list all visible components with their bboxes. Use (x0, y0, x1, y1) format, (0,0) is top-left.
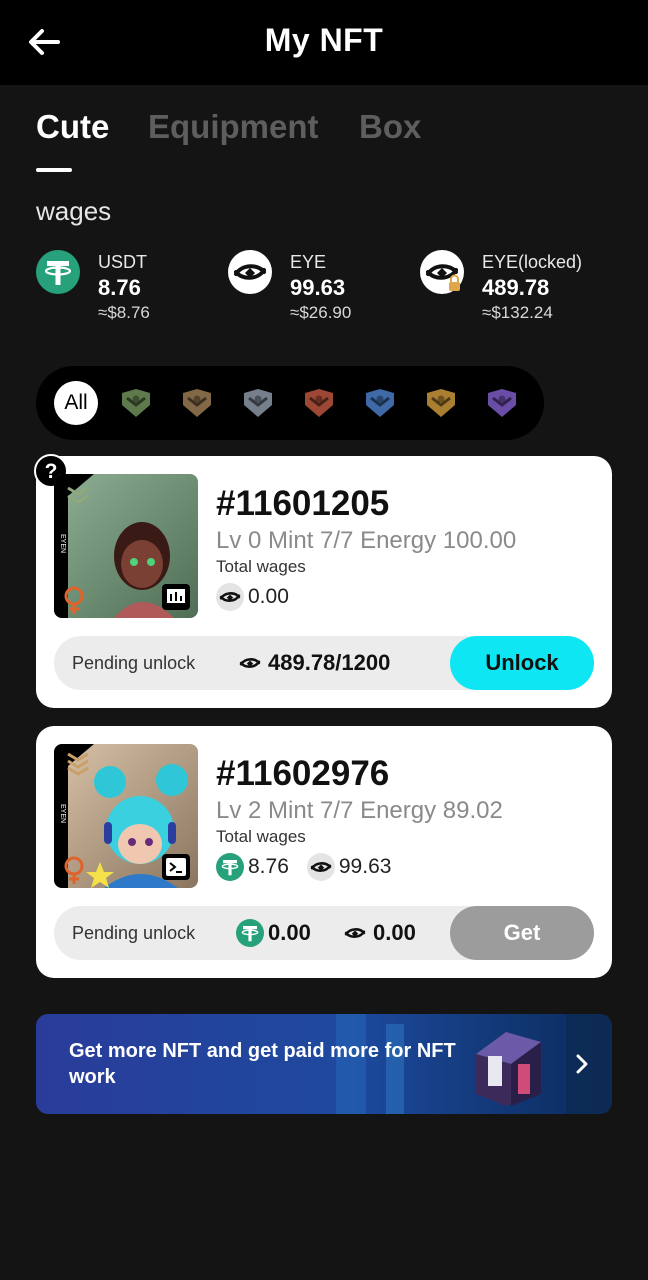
rank-5-icon[interactable] (362, 385, 398, 421)
wage-usd-value: ≈$26.90 (290, 303, 352, 322)
wage-name: EYE (290, 252, 327, 272)
eye-token-icon (236, 649, 264, 677)
tab-cute[interactable]: Cute (36, 108, 109, 146)
pending-unlock-bar: Pending unlock 489.78/1200 Unlock (54, 636, 594, 690)
rank-1-icon[interactable] (118, 385, 154, 421)
tether-icon (236, 919, 264, 947)
tether-icon (36, 250, 80, 294)
svg-text:EYEN: EYEN (59, 804, 66, 823)
total-wages-label: Total wages (216, 827, 306, 846)
wages-title: wages (36, 196, 112, 226)
wage-amount: 99.63 (290, 275, 346, 300)
rank-filter-bar: All (36, 366, 544, 440)
nft-stats: Lv 2 Mint 7/7 Energy 89.02 (216, 797, 503, 824)
wage-name: USDT (98, 252, 147, 272)
total-wages-value: 99.63 (338, 855, 392, 878)
wage-usd-value: ≈$132.24 (482, 303, 553, 322)
nft-card[interactable]: ? EYEN #11601205 Lv 0 Mint 7/7 Energy 10… (34, 454, 612, 708)
banner-text: Get more NFT and get paid more for NFT w… (69, 1040, 456, 1088)
tether-icon (216, 853, 244, 881)
tab-box[interactable]: Box (359, 108, 421, 146)
eye-token-icon (228, 250, 272, 294)
active-tab-indicator (36, 168, 72, 172)
pending-value: 489.78/1200 (268, 650, 391, 675)
wage-name: EYE(locked) (482, 252, 583, 272)
wage-amount: 489.78 (482, 275, 550, 300)
rank-7-icon[interactable] (484, 385, 520, 421)
rank-4-icon[interactable] (301, 385, 337, 421)
nft-avatar-image: EYEN (54, 474, 198, 618)
app-header: My NFT (0, 0, 648, 85)
eye-token-icon (216, 583, 244, 611)
pending-unlock-label: Pending unlock (72, 923, 196, 943)
eye-token-icon (341, 919, 369, 947)
rank-3-icon[interactable] (240, 385, 276, 421)
get-button[interactable]: Get (450, 906, 594, 960)
pending-unlock-label: Pending unlock (72, 653, 196, 673)
nft-id: #11602976 (216, 754, 390, 793)
eye-token-icon (306, 853, 335, 881)
total-wages-row: 0.00 (216, 582, 307, 612)
total-wages-value: 0.00 (248, 585, 289, 608)
nft-stats: Lv 0 Mint 7/7 Energy 100.00 (216, 527, 517, 554)
pending-eye-amount: 0.00 (341, 918, 416, 948)
svg-text:EYEN: EYEN (59, 534, 66, 553)
eye-locked-icon (420, 250, 464, 294)
page-title: My NFT (264, 22, 384, 58)
filter-all-button[interactable]: All (54, 381, 98, 425)
tab-equipment[interactable]: Equipment (148, 108, 319, 146)
total-wages-row: 8.76 99.63 (216, 852, 409, 882)
nft-card[interactable]: EYEN #11602976 Lv 2 Mint 7/7 Energy 89.0… (36, 726, 612, 978)
chevron-right-icon[interactable] (574, 1052, 590, 1076)
rank-2-icon[interactable] (179, 385, 215, 421)
nft-avatar-image: EYEN (54, 744, 198, 888)
nft-id: #11601205 (216, 484, 390, 523)
pending-eye-amount: 489.78/1200 (236, 648, 390, 678)
wage-amount: 8.76 (98, 275, 141, 300)
total-wages-value: 8.76 (248, 855, 289, 878)
promo-banner[interactable]: Get more NFT and get paid more for NFT w… (36, 1014, 612, 1114)
rank-6-icon[interactable] (423, 385, 459, 421)
pending-value: 0.00 (373, 920, 416, 945)
total-wages-label: Total wages (216, 557, 306, 576)
pending-usdt-amount: 0.00 (236, 918, 311, 948)
pending-value: 0.00 (268, 920, 311, 945)
unlock-button[interactable]: Unlock (450, 636, 594, 690)
pending-unlock-bar: Pending unlock 0.00 0.00 Get (54, 906, 594, 960)
wage-usd-value: ≈$8.76 (98, 303, 150, 322)
